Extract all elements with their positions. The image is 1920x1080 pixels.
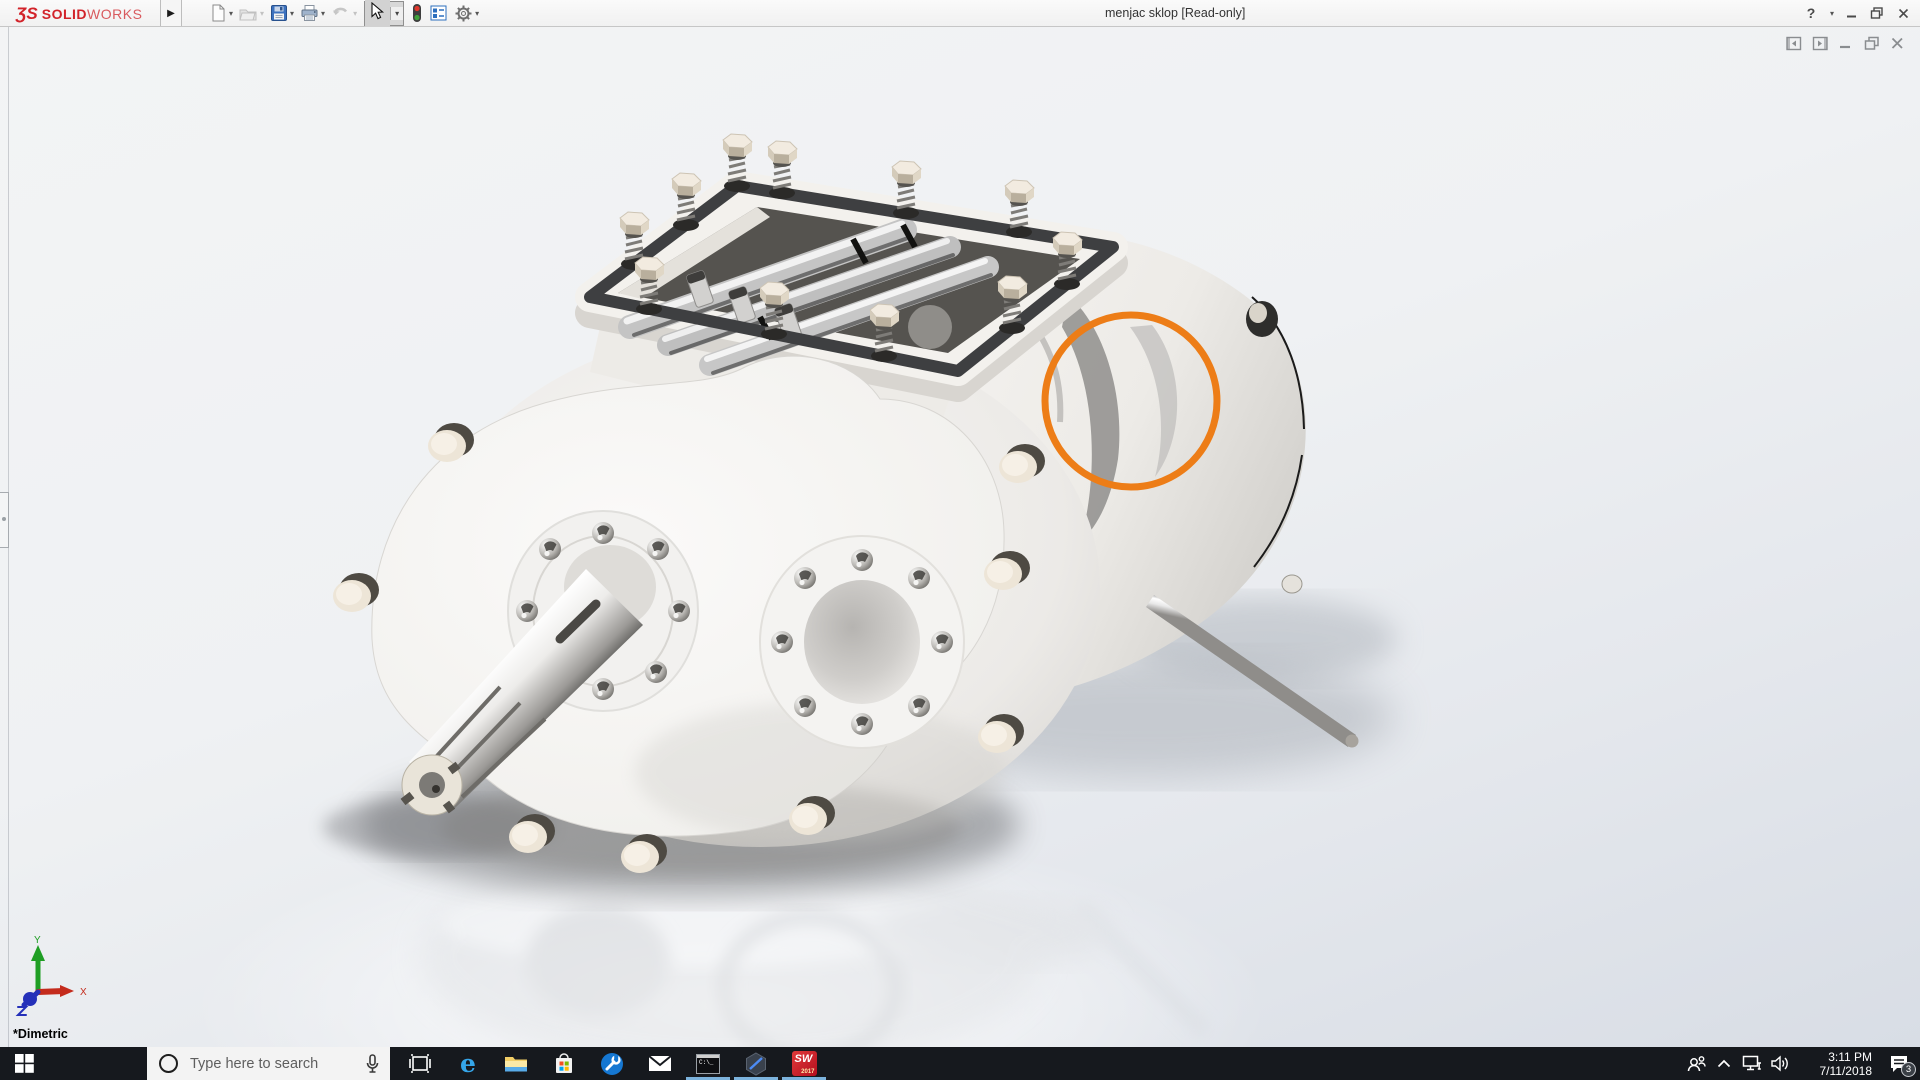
solidworks-logo-mark: ƷS bbox=[16, 3, 38, 23]
print-button[interactable]: ▾ bbox=[297, 0, 328, 26]
print-icon bbox=[301, 5, 318, 21]
document-title: menjac sklop [Read-only] bbox=[1105, 6, 1246, 20]
taskbar-app-icons: e C:\_ SW 2017 bbox=[396, 1047, 828, 1080]
solidworks-2017-icon: SW 2017 bbox=[791, 1051, 817, 1076]
undo-button[interactable]: ▾ bbox=[328, 0, 360, 26]
settings-wrench-icon bbox=[601, 1052, 623, 1075]
minimize-icon bbox=[1846, 15, 1856, 17]
command-prompt-button[interactable]: C:\_ bbox=[684, 1047, 732, 1080]
search-placeholder: Type here to search bbox=[190, 1055, 319, 1072]
save-button[interactable]: ▾ bbox=[267, 0, 297, 26]
edge-button[interactable]: e bbox=[444, 1047, 492, 1080]
action-center-button[interactable]: 3 bbox=[1878, 1047, 1920, 1080]
select-tool-button[interactable]: ▾ bbox=[364, 0, 405, 27]
network-button[interactable] bbox=[1738, 1047, 1766, 1080]
clock-time: 3:11 PM bbox=[1828, 1049, 1872, 1064]
store-button[interactable] bbox=[540, 1047, 588, 1080]
open-caret[interactable]: ▾ bbox=[260, 9, 264, 18]
undo-icon bbox=[333, 7, 348, 16]
graphics-viewport[interactable]: Y X *Dimetric bbox=[0, 27, 1920, 1047]
people-button[interactable] bbox=[1682, 1047, 1710, 1080]
save-icon bbox=[271, 5, 288, 21]
open-button[interactable]: ▾ bbox=[236, 0, 267, 26]
help-button[interactable]: ? bbox=[1798, 0, 1824, 26]
network-ethernet-icon bbox=[1742, 1055, 1761, 1071]
mail-icon bbox=[648, 1055, 672, 1071]
file-explorer-button[interactable] bbox=[492, 1047, 540, 1080]
quick-access-toolbar: ▾ ▾ ▾ ▾ ▾ ▾ ▾ bbox=[206, 0, 482, 27]
new-document-button[interactable]: ▾ bbox=[206, 0, 236, 26]
people-icon bbox=[1687, 1055, 1706, 1071]
save-caret[interactable]: ▾ bbox=[290, 9, 294, 18]
speaker-icon bbox=[1771, 1055, 1788, 1072]
store-icon bbox=[556, 1052, 572, 1073]
title-bar: ƷS SOLID WORKS ▶ ▾ ▾ ▾ ▾ ▾ ▾ ▾ menjac sk… bbox=[0, 0, 1920, 27]
close-icon bbox=[1898, 8, 1908, 18]
restore-icon bbox=[1870, 7, 1883, 19]
gearbox-3d-model[interactable] bbox=[0, 27, 1920, 1047]
file-explorer-icon bbox=[505, 1056, 527, 1071]
help-caret[interactable]: ▾ bbox=[1824, 0, 1838, 26]
solidworks-logo-text-light: WORKS bbox=[87, 5, 143, 22]
print-caret[interactable]: ▾ bbox=[321, 9, 325, 18]
taskbar-clock[interactable]: 3:11 PM 7/11/2018 bbox=[1794, 1049, 1873, 1078]
menu-flyout-button[interactable]: ▶ bbox=[160, 0, 182, 26]
close-button[interactable] bbox=[1890, 0, 1916, 26]
edge-icon: e bbox=[460, 1049, 476, 1078]
windows-taskbar: Type here to search e C:\_ SW 2017 3:11 … bbox=[0, 1047, 1920, 1080]
new-document-caret[interactable]: ▾ bbox=[229, 9, 233, 18]
mail-button[interactable] bbox=[636, 1047, 684, 1080]
select-cursor-icon bbox=[365, 0, 391, 27]
hexagon-app-icon bbox=[746, 1051, 766, 1076]
clock-date: 7/11/2018 bbox=[1819, 1063, 1873, 1078]
taskbar-search-input[interactable]: Type here to search bbox=[147, 1047, 390, 1080]
options-button[interactable]: ▾ bbox=[451, 0, 482, 26]
task-list-icon bbox=[430, 5, 447, 21]
open-icon bbox=[239, 9, 257, 21]
task-view-icon bbox=[409, 1054, 431, 1073]
triad-y-label: Y bbox=[34, 935, 41, 946]
triad-x-label: X bbox=[80, 987, 87, 998]
flyout-arrow-icon: ▶ bbox=[167, 7, 175, 19]
hidden-icons-chevron[interactable] bbox=[1710, 1047, 1738, 1080]
minimize-button[interactable] bbox=[1838, 0, 1864, 26]
restore-button[interactable] bbox=[1864, 0, 1890, 26]
notification-badge: 3 bbox=[1901, 1062, 1916, 1077]
new-document-icon bbox=[212, 4, 225, 22]
system-tray: 3:11 PM 7/11/2018 3 bbox=[1682, 1047, 1920, 1080]
right-bearing-flange bbox=[759, 535, 965, 749]
hexagon-app-button[interactable] bbox=[732, 1047, 780, 1080]
stoplight-icon bbox=[413, 4, 422, 22]
windows-logo-icon bbox=[14, 1054, 34, 1073]
undo-caret[interactable]: ▾ bbox=[353, 9, 357, 18]
task-view-button[interactable] bbox=[396, 1047, 444, 1080]
solidworks-logo-text-bold: SOLID bbox=[41, 5, 88, 22]
chevron-up-icon bbox=[1717, 1059, 1731, 1068]
settings-wrench-button[interactable] bbox=[588, 1047, 636, 1080]
start-button[interactable] bbox=[0, 1047, 48, 1080]
view-orientation-label: *Dimetric bbox=[13, 1027, 68, 1041]
select-tool-caret[interactable]: ▾ bbox=[390, 6, 404, 20]
titlebar-window-controls: ? ▾ bbox=[1798, 0, 1916, 26]
solidworks-2017-button[interactable]: SW 2017 bbox=[780, 1047, 828, 1080]
volume-button[interactable] bbox=[1766, 1047, 1794, 1080]
task-list-button[interactable] bbox=[426, 0, 451, 26]
stoplight-button[interactable] bbox=[408, 0, 426, 26]
command-prompt-icon: C:\_ bbox=[696, 1053, 720, 1074]
cortana-icon[interactable] bbox=[159, 1054, 178, 1073]
options-caret[interactable]: ▾ bbox=[475, 9, 479, 18]
microphone-icon[interactable] bbox=[365, 1053, 380, 1074]
solidworks-logo: ƷS SOLID WORKS bbox=[16, 2, 142, 25]
options-gear-icon bbox=[455, 5, 472, 21]
reference-triad[interactable]: Y X bbox=[6, 935, 96, 1019]
